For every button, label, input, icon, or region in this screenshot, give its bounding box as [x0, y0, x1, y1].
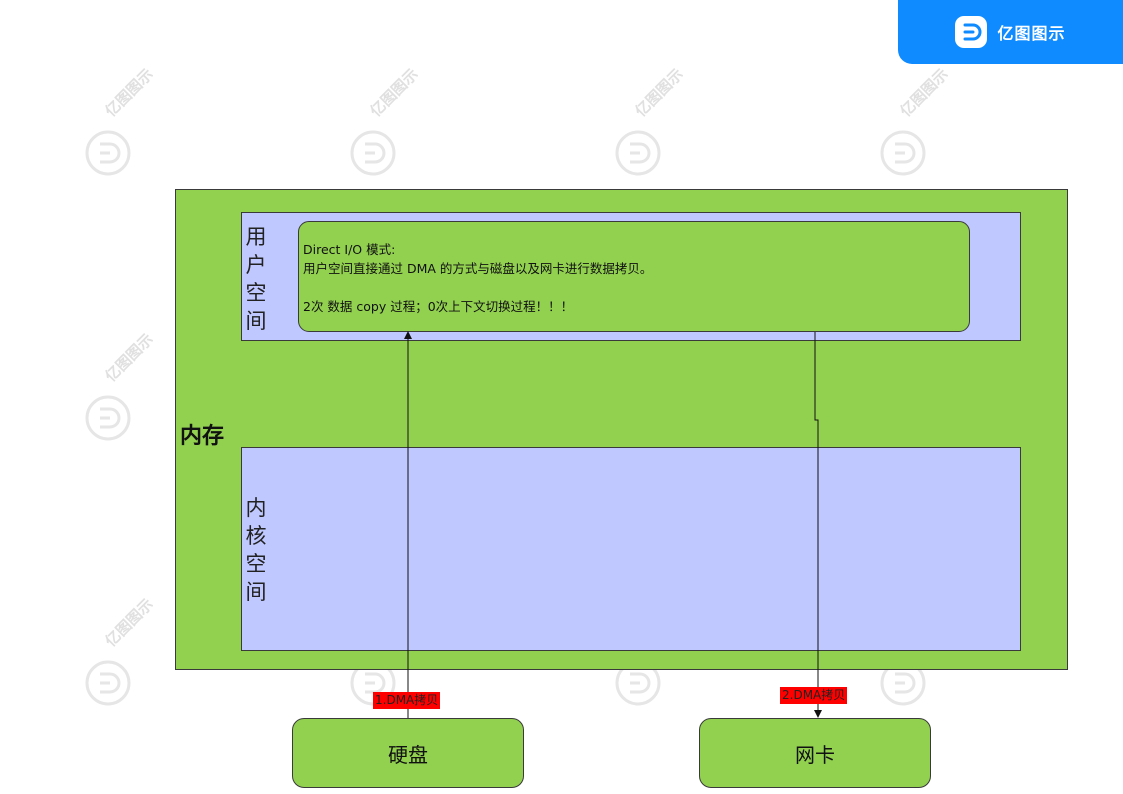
arrow-user-to-nic [814, 332, 822, 718]
dma-arrows [404, 331, 822, 718]
disk-box: 硬盘 [292, 718, 524, 788]
dma-copy-label-1: 1.DMA拷贝 [373, 692, 441, 709]
dma-copy-label-2: 2.DMA拷贝 [780, 687, 848, 704]
nic-box: 网卡 [699, 718, 931, 788]
